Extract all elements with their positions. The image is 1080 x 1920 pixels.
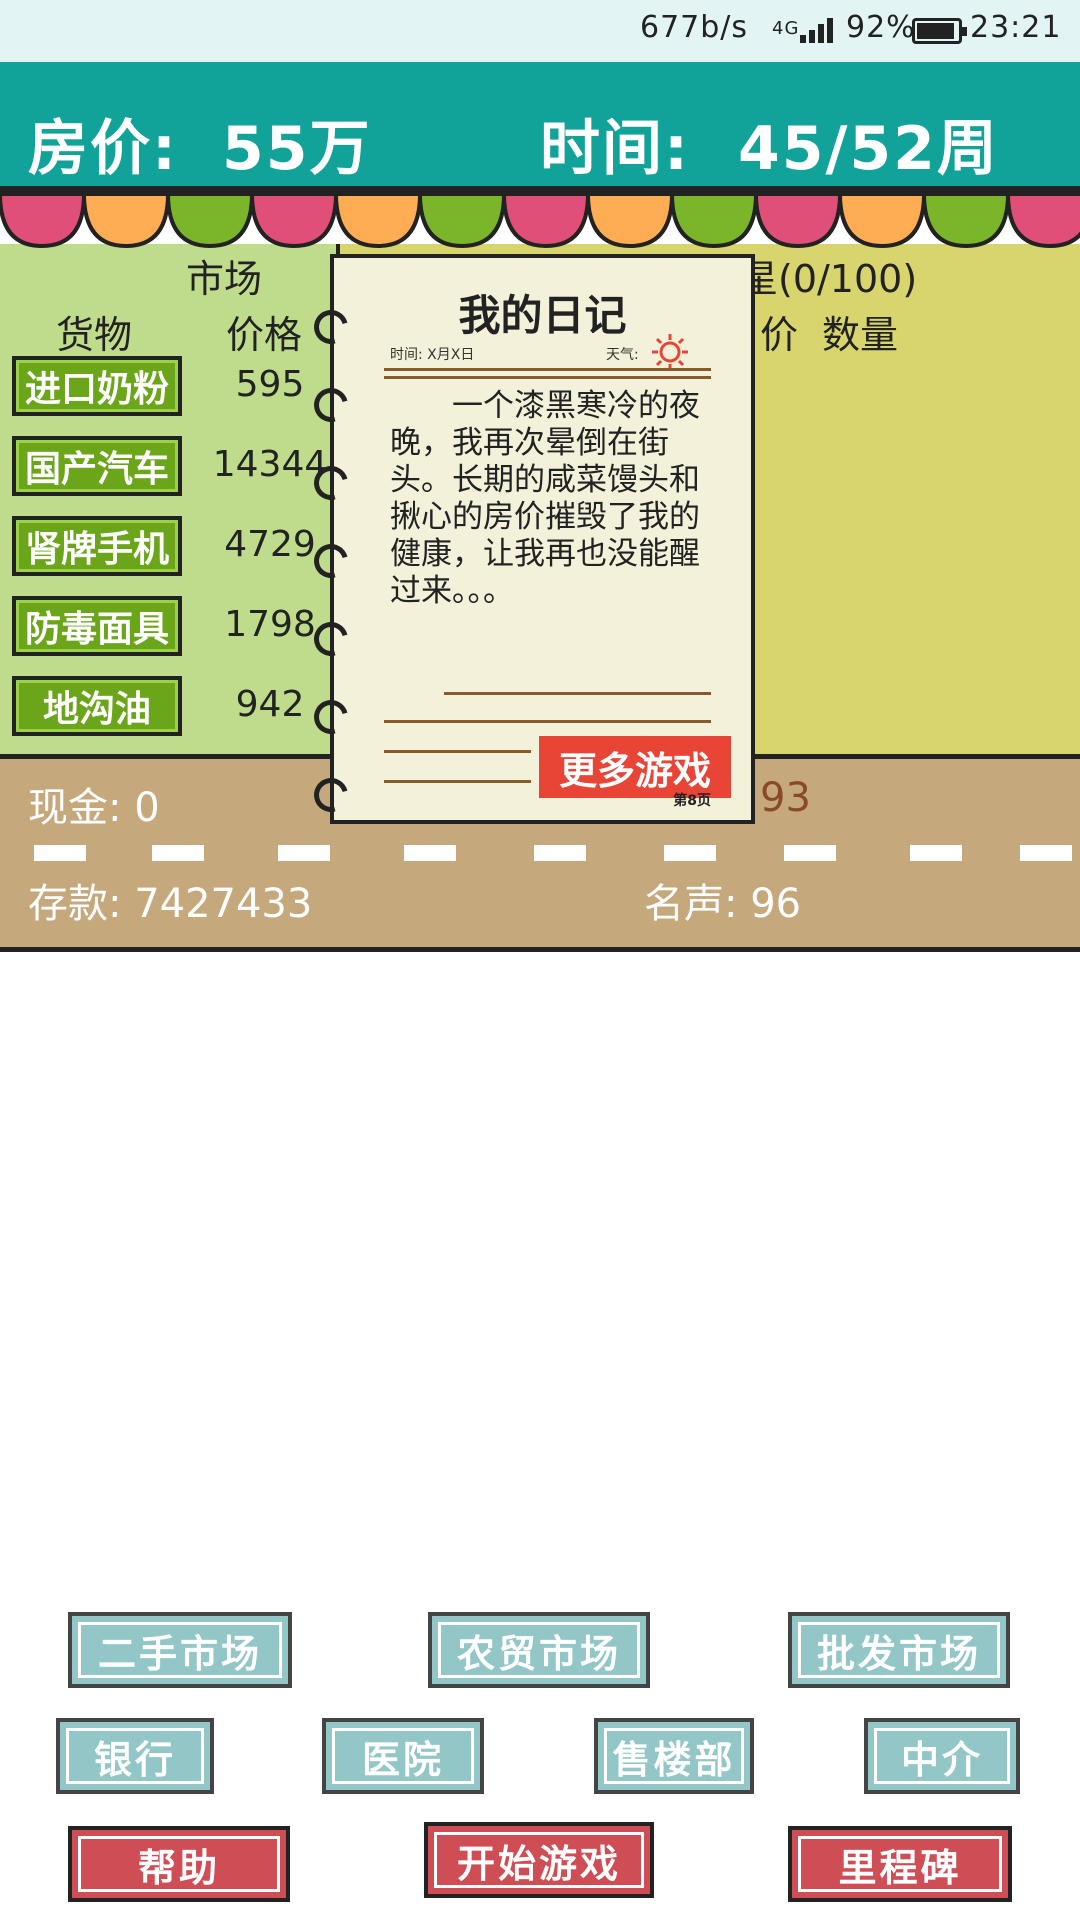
start-game-button[interactable]: 开始游戏 [424,1822,654,1898]
net-speed: 677b/s [640,10,749,45]
diary-weather-label: 天气: [606,347,639,363]
goods-column-header: 货物 [56,313,133,357]
help-button[interactable]: 帮助 [68,1826,290,1902]
sun-icon [652,334,688,370]
goods-button-car[interactable]: 国产汽车 [12,436,182,496]
goods-button-milk-powder[interactable]: 进口奶粉 [12,356,182,416]
battery-percent: 92% [846,10,916,45]
goods-button-phone[interactable]: 肾牌手机 [12,516,182,576]
goods-button-gas-mask[interactable]: 防毒面具 [12,596,182,656]
goods-price: 14344 [212,444,328,485]
agency-button[interactable]: 中介 [864,1718,1020,1794]
awning-decoration [0,186,1080,249]
warehouse-title: 星(0/100) [740,257,918,301]
debt-value: 93 [760,775,811,821]
fame-value: 名声: 96 [644,881,802,927]
goods-price: 1798 [224,604,316,645]
price-column-header: 价格 [226,313,303,357]
divider [384,368,711,371]
market-panel: 市场 货物 价格 进口奶粉 595 国产汽车 14344 肾牌手机 4729 防… [0,244,340,754]
week-value: 45/52周 [738,114,999,184]
time-label: 时间: [540,114,690,184]
diary-text: 一个漆黑寒冷的夜晚，我再次晕倒在街头。长期的咸菜馒头和揪心的房价摧毁了我的健康，… [390,388,700,609]
diary-dialog: 我的日记 时间: X月X日 天气: 一个漆黑寒冷的夜晚，我再次晕倒在街头。长期的… [307,254,755,824]
more-games-button[interactable]: 更多游戏 [539,736,731,798]
goods-button-gutter-oil[interactable]: 地沟油 [12,676,182,736]
divider [384,376,711,379]
divider [384,780,531,783]
bank-button[interactable]: 银行 [56,1718,214,1794]
quantity-column-header: 数量 [822,313,899,357]
battery-icon [912,18,967,44]
house-price-value: 55万 [222,114,372,184]
deposit-value: 存款: 7427433 [28,881,313,927]
market-title: 市场 [186,257,263,301]
cash-value: 现金: 0 [28,785,160,831]
house-price-label: 房价: [28,114,178,184]
divider [444,692,711,695]
clock: 23:21 [970,10,1062,45]
warehouse-price-header: 价 [760,313,799,357]
goods-price: 4729 [224,524,316,565]
second-hand-market-button[interactable]: 二手市场 [68,1612,292,1688]
game-header: 房价: 55万 时间: 45/52周 [0,62,1080,192]
goods-price: 942 [235,684,305,725]
signal-icon [800,17,840,43]
divider [384,750,531,753]
farmers-market-button[interactable]: 农贸市场 [428,1612,650,1688]
diary-date: 时间: X月X日 [390,347,475,363]
wholesale-market-button[interactable]: 批发市场 [788,1612,1010,1688]
hospital-button[interactable]: 医院 [322,1718,484,1794]
status-bar: 677b/s 4G 92% 23:21 [0,0,1080,62]
goods-price: 595 [235,364,305,405]
milestones-button[interactable]: 里程碑 [788,1826,1012,1902]
sales-office-button[interactable]: 售楼部 [594,1718,754,1794]
diary-page-number: 第8页 [673,793,711,809]
network-type: 4G [772,18,800,39]
divider [384,720,711,723]
